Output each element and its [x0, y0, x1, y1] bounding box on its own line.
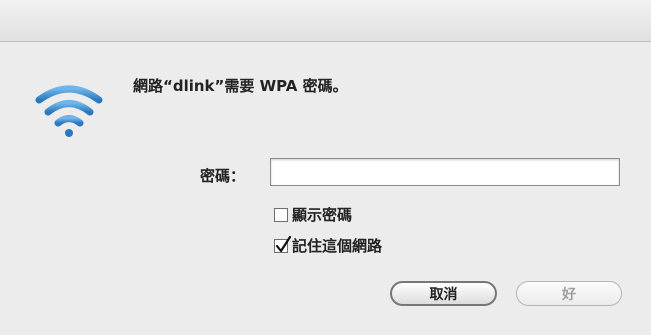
dialog-title-bar [0, 0, 651, 42]
remember-network-label: 記住這個網路 [292, 237, 383, 255]
password-field[interactable] [270, 158, 620, 186]
remember-network-box[interactable] [274, 235, 292, 253]
remember-network-checkbox[interactable]: 記住這個網路 [274, 235, 382, 256]
cancel-button[interactable]: 取消 [390, 281, 497, 306]
dialog-message: 網路“dlink”需要 WPA 密碼。 [133, 77, 348, 95]
show-password-box[interactable] [274, 207, 288, 222]
wifi-icon [35, 85, 103, 137]
ok-button[interactable]: 好 [516, 281, 622, 306]
checkmark-icon [275, 235, 292, 252]
show-password-checkbox[interactable]: 顯示密碼 [274, 204, 352, 225]
password-label: 密碼： [200, 167, 246, 185]
show-password-label: 顯示密碼 [292, 206, 353, 224]
wifi-password-dialog: 網路“dlink”需要 WPA 密碼。 密碼： 顯示密碼 記住這個網路 取消 好 [0, 0, 651, 335]
